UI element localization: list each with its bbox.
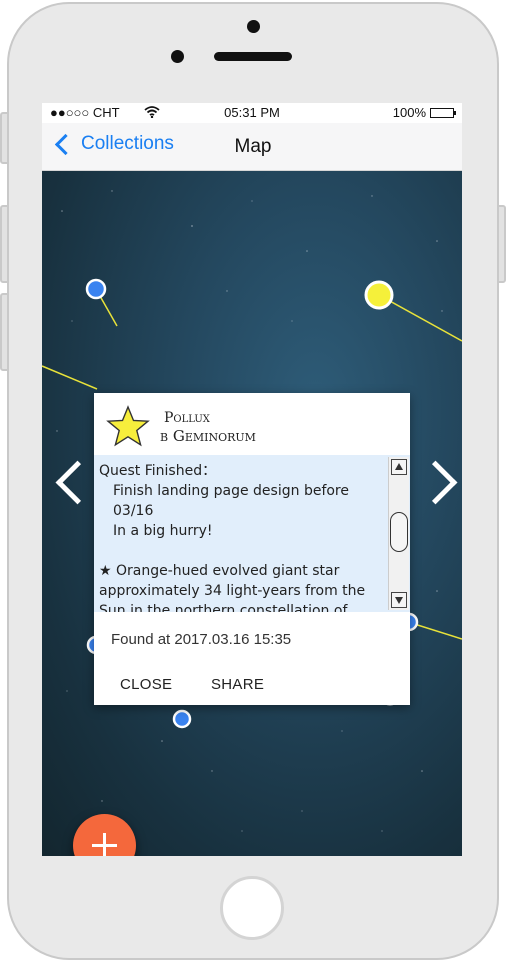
star-description: ★ Orange-hued evolved giant star approxi… <box>99 563 366 612</box>
description-text: Quest Finished： Finish landing page desi… <box>99 461 384 612</box>
status-bar: ●●○○○ CHT 05:31 PM 100% <box>42 103 462 123</box>
quest-label: Quest Finished： <box>99 463 217 479</box>
front-camera <box>247 20 260 33</box>
screen: ●●○○○ CHT 05:31 PM 100% Collections Map <box>42 103 462 856</box>
battery-icon <box>430 108 456 118</box>
quest-line: In a big hurry! <box>113 523 213 539</box>
close-button[interactable]: CLOSE <box>120 676 172 693</box>
star-map[interactable]: Pollux β Geminorum Quest Finished： Finis… <box>42 171 462 856</box>
card-header: Pollux β Geminorum <box>94 393 410 455</box>
earpiece-speaker <box>214 52 292 61</box>
star-designation: β Geminorum <box>160 427 256 445</box>
battery-percent: 100% <box>392 105 426 120</box>
share-button[interactable]: SHARE <box>211 676 264 693</box>
scrollbar[interactable] <box>388 457 409 610</box>
scroll-thumb[interactable] <box>390 512 408 552</box>
found-timestamp: Found at 2017.03.16 15:35 <box>111 631 292 648</box>
scroll-up-icon[interactable] <box>391 459 407 475</box>
star-name: Pollux <box>164 410 210 426</box>
proximity-sensor <box>171 50 184 63</box>
home-button[interactable] <box>220 876 284 940</box>
mute-switch <box>0 112 9 164</box>
volume-up-button <box>0 205 9 283</box>
power-button <box>497 205 506 283</box>
quest-line: Finish landing page design before 03/16 <box>113 483 349 519</box>
card-description[interactable]: Quest Finished： Finish landing page desi… <box>94 455 410 612</box>
scroll-down-icon[interactable] <box>391 592 407 608</box>
volume-down-button <box>0 293 9 371</box>
navigation-bar: Collections Map <box>42 123 462 171</box>
star-icon <box>106 405 150 447</box>
star-detail-card: Pollux β Geminorum Quest Finished： Finis… <box>94 393 410 705</box>
page-title: Map <box>234 136 272 157</box>
